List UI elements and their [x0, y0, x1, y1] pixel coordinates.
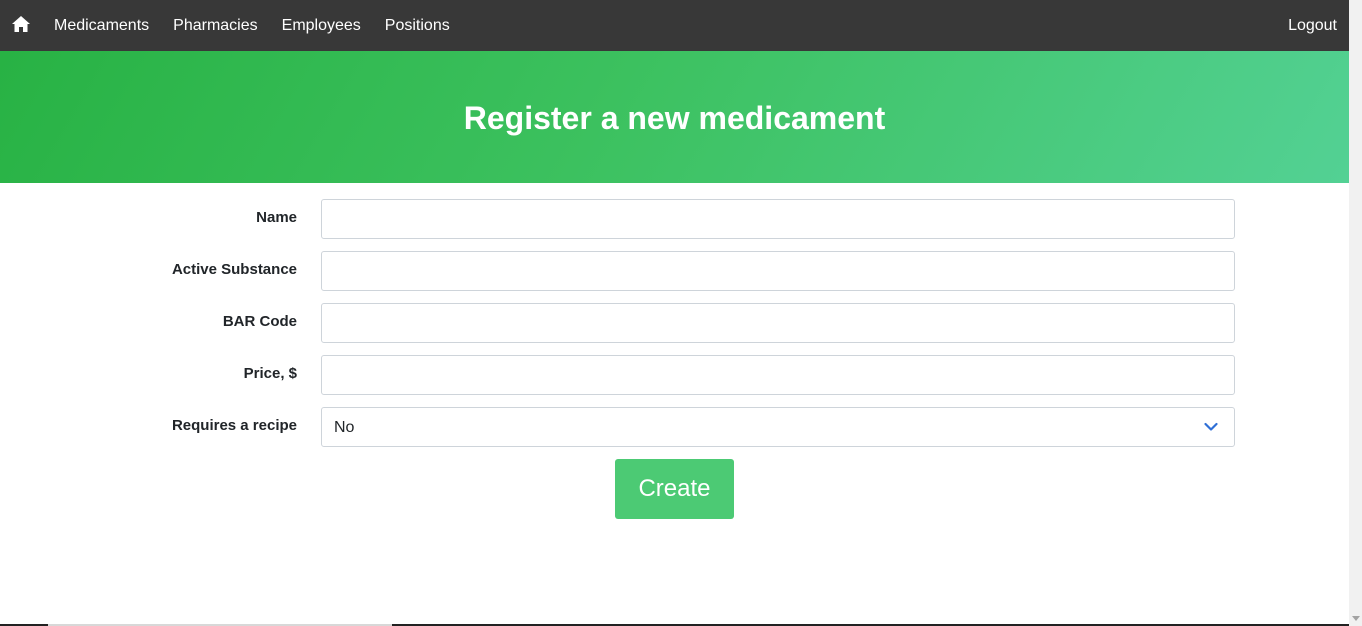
vertical-scrollbar[interactable]: [1349, 0, 1362, 626]
hero-banner: Register a new medicament: [0, 51, 1349, 183]
form-row-bar-code: BAR Code: [0, 303, 1349, 343]
name-label: Name: [256, 209, 297, 226]
navbar: Medicaments Pharmacies Employees Positio…: [0, 0, 1349, 51]
nav-link-pharmacies[interactable]: Pharmacies: [173, 0, 257, 51]
active-substance-label: Active Substance: [171, 261, 297, 278]
logout-link[interactable]: Logout: [1288, 0, 1337, 51]
requires-recipe-value: No: [334, 419, 355, 436]
requires-recipe-select[interactable]: No: [321, 407, 1235, 447]
bar-code-field[interactable]: [321, 303, 1235, 343]
nav-link-employees[interactable]: Employees: [282, 0, 361, 51]
requires-recipe-label: Requires a recipe: [171, 417, 297, 434]
nav-links: Medicaments Pharmacies Employees Positio…: [54, 0, 474, 51]
form-row-name: Name: [0, 199, 1349, 239]
active-substance-field[interactable]: [321, 251, 1235, 291]
price-label: Price, $: [243, 365, 297, 382]
form-row-active-substance: Active Substance: [0, 251, 1349, 291]
page: Medicaments Pharmacies Employees Positio…: [0, 0, 1349, 626]
create-button[interactable]: Create: [615, 459, 734, 519]
chevron-down-icon: [1204, 422, 1218, 431]
bar-code-label: BAR Code: [222, 313, 297, 330]
page-title: Register a new medicament: [463, 100, 886, 136]
name-field[interactable]: [321, 199, 1235, 239]
form-row-price: Price, $: [0, 355, 1349, 395]
nav-link-positions[interactable]: Positions: [385, 0, 450, 51]
home-icon[interactable]: [11, 15, 31, 33]
scroll-down-arrow-icon[interactable]: [1352, 616, 1360, 621]
nav-link-medicaments[interactable]: Medicaments: [54, 0, 149, 51]
form-row-requires-recipe: Requires a recipe No: [0, 407, 1349, 447]
price-field[interactable]: [321, 355, 1235, 395]
